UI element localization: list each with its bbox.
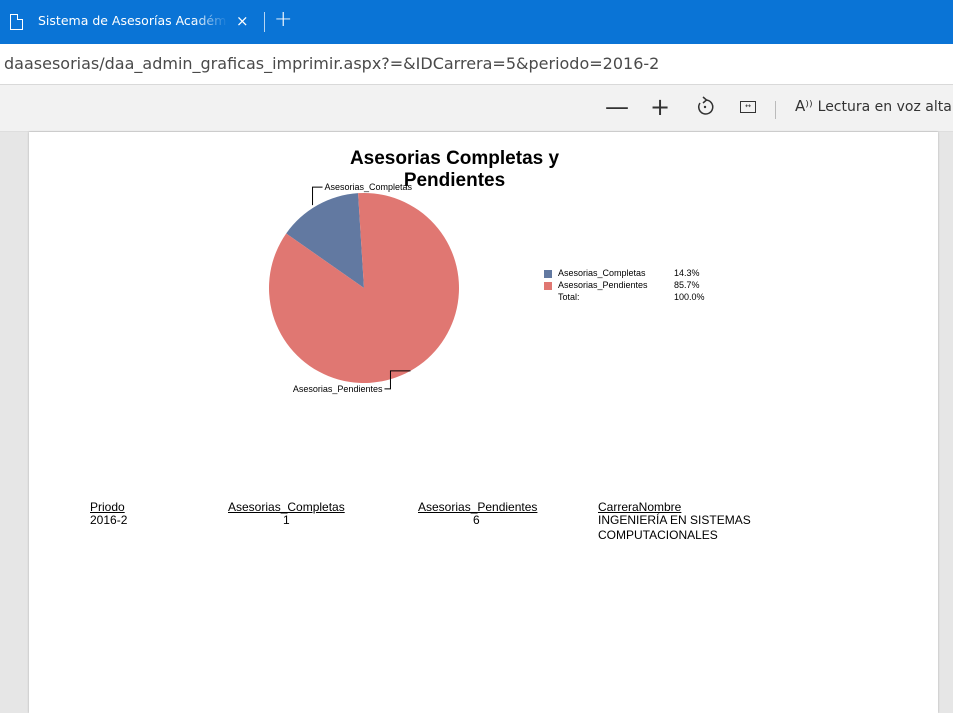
rotate-icon[interactable]: [694, 94, 716, 120]
document-viewport[interactable]: Asesorias Completas y Pendientes Asesori…: [0, 132, 953, 713]
legend-total-label: Total:: [558, 292, 580, 302]
pie-label-pendientes: Asesorias_Pendientes: [293, 384, 383, 394]
cell-pendientes: 6: [473, 513, 480, 527]
legend-percent: 14.3%: [674, 268, 700, 278]
page-icon: [10, 13, 24, 30]
legend-label: Asesorias_Completas: [558, 268, 646, 278]
read-aloud-button[interactable]: A⁾⁾ Lectura en voz alta: [795, 97, 952, 115]
close-tab-icon[interactable]: ×: [236, 12, 249, 30]
legend-percent: 85.7%: [674, 280, 700, 290]
tab-title: Sistema de Asesorías Académicas: [38, 13, 228, 28]
legend-label: Asesorias_Pendientes: [558, 280, 648, 290]
fit-to-width-icon[interactable]: ↔: [740, 101, 756, 113]
header-periodo: Priodo: [90, 500, 125, 514]
cell-carrera-line2: COMPUTACIONALES: [598, 528, 718, 542]
legend-swatch-pendientes: [544, 282, 552, 290]
zoom-in-button[interactable]: +: [650, 94, 670, 120]
browser-tab[interactable]: Sistema de Asesorías Académicas ×: [0, 0, 262, 44]
toolbar-divider: [775, 101, 776, 119]
new-tab-button[interactable]: +: [274, 8, 292, 32]
legend-total-percent: 100.0%: [674, 292, 705, 302]
tab-separator: [264, 12, 265, 32]
document-page: Asesorias Completas y Pendientes Asesori…: [29, 132, 938, 713]
legend-swatch-completas: [544, 270, 552, 278]
tab-strip: Sistema de Asesorías Académicas × +: [0, 0, 953, 44]
cell-completas: 1: [283, 513, 290, 527]
reader-toolbar: — + ↔ A⁾⁾ Lectura en voz alta: [0, 85, 953, 132]
header-carrera: CarreraNombre: [598, 500, 682, 514]
cell-carrera-line1: INGENIERÍA EN SISTEMAS: [598, 513, 751, 527]
header-pendientes: Asesorias_Pendientes: [418, 500, 538, 514]
pie-label-completas: Asesorias_Completas: [325, 182, 413, 192]
pie-chart: Asesorias_Completas Asesorias_Pendientes: [268, 182, 459, 394]
zoom-out-button[interactable]: —: [605, 94, 629, 120]
read-aloud-icon: A⁾⁾: [795, 97, 813, 115]
url-text[interactable]: daasesorias/daa_admin_graficas_imprimir.…: [4, 54, 659, 73]
address-bar[interactable]: daasesorias/daa_admin_graficas_imprimir.…: [0, 44, 953, 85]
cell-periodo: 2016-2: [90, 513, 128, 527]
read-aloud-label: Lectura en voz alta: [817, 99, 952, 115]
pie-leader-line: [312, 186, 323, 206]
header-completas: Asesorias_Completas: [228, 500, 345, 514]
